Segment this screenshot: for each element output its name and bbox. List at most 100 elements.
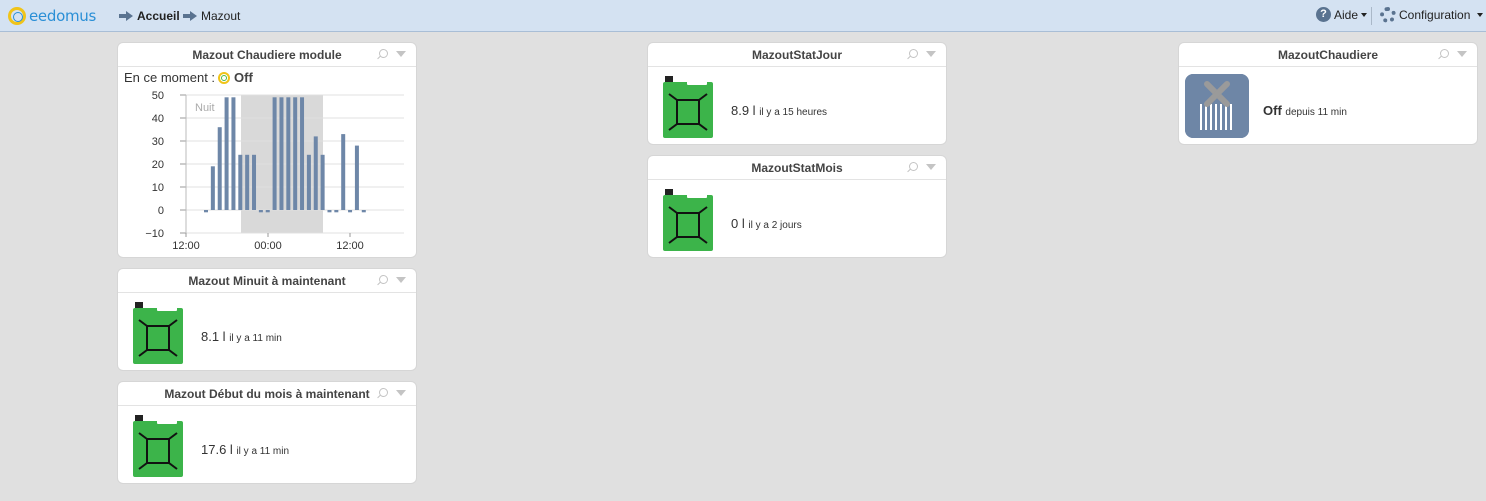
x-tick-label: 00:00 bbox=[254, 240, 282, 252]
value-display: 8.1 l il y a 11 min bbox=[201, 329, 282, 344]
current-status: En ce moment : Off bbox=[124, 70, 253, 85]
y-tick-label: 10 bbox=[152, 182, 164, 194]
fuel-can-icon bbox=[663, 76, 713, 138]
bar bbox=[231, 97, 236, 210]
bar bbox=[217, 127, 222, 210]
chevron-down-icon bbox=[1477, 13, 1484, 17]
configuration-menu[interactable]: Configuration bbox=[1380, 7, 1484, 23]
help-menu[interactable]: ? Aide bbox=[1316, 7, 1368, 22]
bar bbox=[224, 97, 229, 210]
gear-icon bbox=[1380, 7, 1396, 23]
zoom-icon[interactable] bbox=[379, 275, 388, 284]
zoom-icon[interactable] bbox=[379, 388, 388, 397]
zoom-icon[interactable] bbox=[909, 162, 918, 171]
bar bbox=[279, 97, 284, 210]
value-text: 0 l bbox=[731, 216, 745, 231]
eedomus-logo[interactable]: eedomus bbox=[8, 6, 96, 26]
widget-menu-icon[interactable] bbox=[1457, 50, 1467, 57]
y-tick-label: 50 bbox=[152, 90, 164, 102]
help-icon: ? bbox=[1316, 7, 1331, 22]
fuel-can-icon bbox=[133, 302, 183, 364]
bar bbox=[306, 154, 311, 210]
widget-title: Mazout Minuit à maintenant bbox=[118, 269, 416, 293]
bar bbox=[334, 210, 339, 213]
widget-title: MazoutStatMois bbox=[648, 156, 946, 180]
x-tick-label: 12:00 bbox=[336, 240, 364, 252]
widget-title: Mazout Début du mois à maintenant bbox=[118, 382, 416, 406]
widget-tools bbox=[1440, 49, 1467, 58]
widget-title-text: Mazout Minuit à maintenant bbox=[188, 274, 346, 288]
bar bbox=[258, 210, 263, 213]
fuel-can-icon bbox=[133, 415, 183, 477]
value-display: Off depuis 11 min bbox=[1263, 103, 1347, 118]
zoom-icon[interactable] bbox=[909, 49, 918, 58]
y-tick-label: 0 bbox=[158, 205, 164, 217]
bar bbox=[252, 154, 257, 210]
widget-menu-icon[interactable] bbox=[396, 389, 406, 396]
widget-title-text: Mazout Début du mois à maintenant bbox=[164, 387, 370, 401]
configuration-label: Configuration bbox=[1399, 8, 1471, 22]
logo-ring-icon bbox=[8, 7, 26, 25]
y-tick-label: −10 bbox=[145, 228, 164, 240]
bar bbox=[327, 210, 332, 213]
widget-title-text: Mazout Chaudiere module bbox=[192, 48, 342, 62]
value-timestamp: depuis 11 min bbox=[1285, 107, 1347, 118]
widget-title-text: MazoutChaudiere bbox=[1277, 48, 1378, 62]
logo-text: eedomus bbox=[29, 7, 96, 25]
widget-chaudiere-module: Mazout Chaudiere module En ce moment : O… bbox=[117, 42, 417, 258]
y-tick-label: 30 bbox=[152, 136, 164, 148]
menu-separator bbox=[1371, 7, 1372, 25]
value-text: Off bbox=[1263, 103, 1282, 118]
breadcrumb-home-label: Accueil bbox=[137, 9, 180, 23]
chevron-down-icon bbox=[1361, 12, 1368, 17]
widget-menu-icon[interactable] bbox=[396, 50, 406, 57]
bar bbox=[238, 154, 243, 210]
widget-debut-mois: Mazout Début du mois à maintenant 17.6 l… bbox=[117, 381, 417, 484]
y-tick-label: 40 bbox=[152, 113, 164, 125]
breadcrumb-home[interactable]: Accueil bbox=[119, 9, 180, 23]
bar bbox=[245, 154, 250, 210]
arrow-right-icon bbox=[183, 11, 197, 21]
widget-title: MazoutStatJour bbox=[648, 43, 946, 67]
widget-menu-icon[interactable] bbox=[396, 276, 406, 283]
widget-tools bbox=[379, 49, 406, 58]
widget-tools bbox=[909, 49, 936, 58]
y-tick-label: 20 bbox=[152, 159, 164, 171]
bar bbox=[320, 154, 325, 210]
zoom-icon[interactable] bbox=[379, 49, 388, 58]
arrow-right-icon bbox=[119, 11, 133, 21]
night-band-label: Nuit bbox=[195, 102, 215, 114]
zoom-icon[interactable] bbox=[1440, 49, 1449, 58]
widget-title-text: MazoutStatMois bbox=[751, 161, 843, 175]
value-timestamp: il y a 15 heures bbox=[759, 107, 828, 118]
widget-tools bbox=[379, 388, 406, 397]
value-text: 17.6 l bbox=[201, 442, 233, 457]
breadcrumb-current[interactable]: Mazout bbox=[183, 9, 240, 23]
widget-tools bbox=[909, 162, 936, 171]
widget-title-text: MazoutStatJour bbox=[752, 48, 842, 62]
widget-menu-icon[interactable] bbox=[926, 163, 936, 170]
bar bbox=[354, 145, 359, 210]
value-timestamp: il y a 11 min bbox=[236, 446, 290, 457]
bar bbox=[204, 210, 208, 213]
value-timestamp: il y a 2 jours bbox=[748, 220, 802, 231]
status-prefix: En ce moment : bbox=[124, 70, 216, 85]
widget-stat-mois: MazoutStatMois 0 l il y a 2 jours bbox=[647, 155, 947, 258]
bar bbox=[286, 97, 291, 210]
value-display: 17.6 l il y a 11 min bbox=[201, 442, 289, 457]
consumption-chart: Nuit 50 40 30 20 10 0 −10 12:00 00:00 12:00 bbox=[145, 90, 404, 252]
widget-chaudiere: MazoutChaudiere Off depuis 11 min bbox=[1178, 42, 1478, 145]
widget-menu-icon[interactable] bbox=[926, 50, 936, 57]
bar bbox=[300, 97, 305, 210]
status-value: Off bbox=[234, 70, 253, 85]
value-display: 0 l il y a 2 jours bbox=[731, 216, 802, 231]
bar bbox=[341, 134, 346, 210]
bar bbox=[348, 210, 353, 213]
widget-tools bbox=[379, 275, 406, 284]
value-text: 8.1 l bbox=[201, 329, 226, 344]
heater-off-icon bbox=[1185, 74, 1249, 138]
value-display: 8.9 l il y a 15 heures bbox=[731, 103, 827, 118]
widget-stat-jour: MazoutStatJour 8.9 l il y a 15 heures bbox=[647, 42, 947, 145]
fuel-can-icon bbox=[663, 189, 713, 251]
widget-minuit: Mazout Minuit à maintenant 8.1 l il y a … bbox=[117, 268, 417, 371]
